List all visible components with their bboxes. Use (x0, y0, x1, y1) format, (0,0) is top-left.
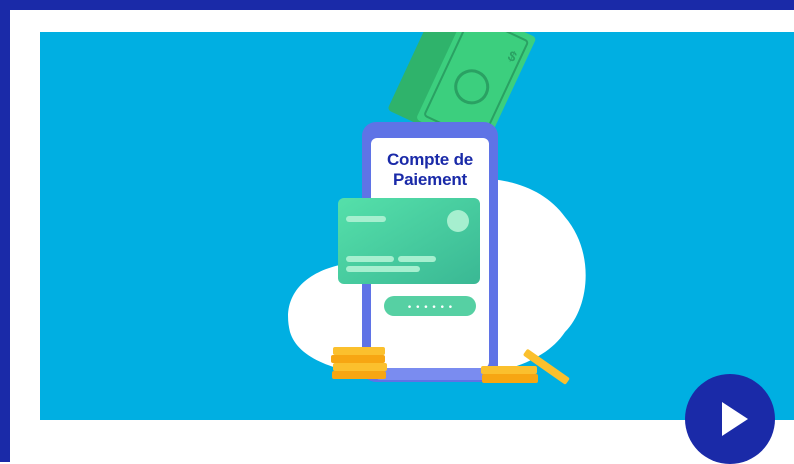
play-button[interactable] (685, 374, 775, 464)
illustration-svg: $ • • • • • • (288, 32, 586, 385)
coin-stack-left (331, 347, 387, 379)
hero-illustration: $ • • • • • • Compte de Paiement (40, 32, 794, 420)
phone-title-line1: Compte de (386, 150, 474, 169)
left-border (0, 0, 10, 462)
play-icon (722, 402, 748, 436)
pin-dots: • • • • • • (407, 303, 453, 313)
top-border (0, 0, 794, 10)
phone-title-line2: Paiement (393, 170, 467, 189)
phone-title: Compte de Paiement (370, 150, 490, 190)
